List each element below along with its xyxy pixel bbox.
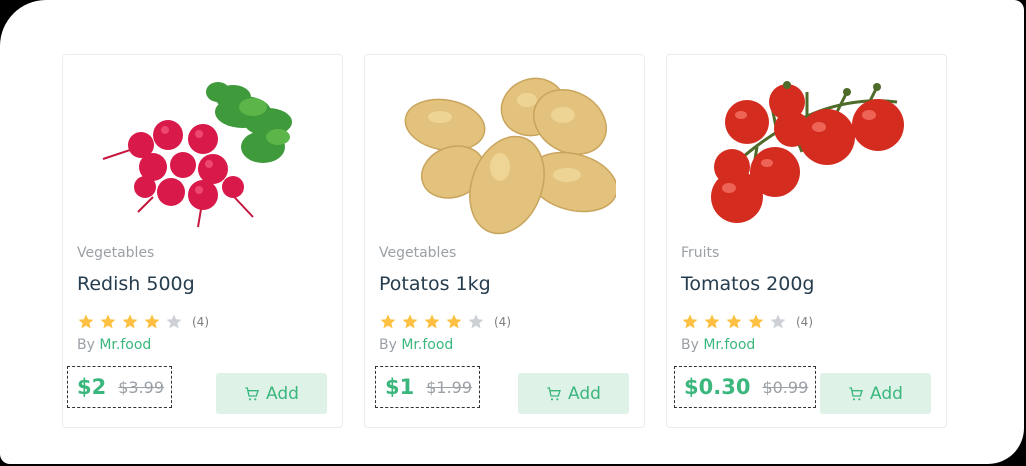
star-filled-icon (748, 314, 764, 329)
price-current: $0.30 (684, 375, 751, 399)
vendor-prefix: By (379, 337, 397, 353)
star-filled-icon (726, 314, 742, 329)
star-filled-icon (704, 314, 720, 329)
star-filled-icon (380, 314, 396, 329)
star-filled-icon (100, 314, 116, 329)
price-current: $2 (77, 375, 107, 399)
add-to-cart-button[interactable]: Add (820, 373, 931, 414)
product-category: Vegetables (379, 245, 457, 261)
star-filled-icon (424, 314, 440, 329)
vendor-link[interactable]: Mr.food (703, 337, 755, 353)
star-filled-icon (446, 314, 462, 329)
price-current: $1 (385, 375, 415, 399)
add-button-label: Add (266, 383, 299, 404)
product-rating: (4) (681, 313, 813, 330)
product-rating: (4) (379, 313, 511, 330)
tomato-image[interactable] (697, 67, 918, 237)
product-vendor: By Mr.food (77, 337, 151, 353)
product-vendor: By Mr.food (379, 337, 453, 353)
rating-count: (4) (192, 314, 209, 329)
add-to-cart-button[interactable]: Add (518, 373, 629, 414)
star-filled-icon (682, 314, 698, 329)
star-filled-icon (78, 314, 94, 329)
product-vendor: By Mr.food (681, 337, 755, 353)
cart-icon (547, 386, 561, 400)
cart-icon (849, 386, 863, 400)
product-category: Fruits (681, 245, 720, 261)
cart-icon (245, 386, 259, 400)
product-title[interactable]: Redish 500g (77, 273, 195, 295)
price-old: $1.99 (426, 377, 473, 397)
star-filled-icon (144, 314, 160, 329)
vendor-link[interactable]: Mr.food (401, 337, 453, 353)
vendor-link[interactable]: Mr.food (99, 337, 151, 353)
price-box: $0.30 $0.99 (674, 366, 817, 408)
radish-image[interactable] (93, 67, 314, 237)
potato-image[interactable] (395, 67, 616, 237)
price-old: $3.99 (118, 377, 165, 397)
product-category: Vegetables (77, 245, 155, 261)
product-card[interactable]: Vegetables Redish 500g (4) By Mr.food $2… (62, 54, 343, 428)
product-card[interactable]: Fruits Tomatos 200g (4) By Mr.food $0.30… (666, 54, 947, 428)
star-empty-icon (166, 314, 182, 329)
vendor-prefix: By (681, 337, 699, 353)
add-button-label: Add (568, 383, 601, 404)
price-box: $1 $1.99 (375, 366, 481, 408)
product-card[interactable]: Vegetables Potatos 1kg (4) By Mr.food $1… (364, 54, 645, 428)
rating-count: (4) (494, 314, 511, 329)
product-title[interactable]: Tomatos 200g (681, 273, 815, 295)
add-to-cart-button[interactable]: Add (216, 373, 327, 414)
rating-count: (4) (796, 314, 813, 329)
product-rating: (4) (77, 313, 209, 330)
star-filled-icon (402, 314, 418, 329)
screen: Vegetables Redish 500g (4) By Mr.food $2… (0, 0, 1024, 464)
star-filled-icon (122, 314, 138, 329)
vendor-prefix: By (77, 337, 95, 353)
star-empty-icon (770, 314, 786, 329)
star-empty-icon (468, 314, 484, 329)
product-title[interactable]: Potatos 1kg (379, 273, 491, 295)
price-old: $0.99 (762, 377, 809, 397)
price-box: $2 $3.99 (67, 366, 173, 408)
add-button-label: Add (870, 383, 903, 404)
